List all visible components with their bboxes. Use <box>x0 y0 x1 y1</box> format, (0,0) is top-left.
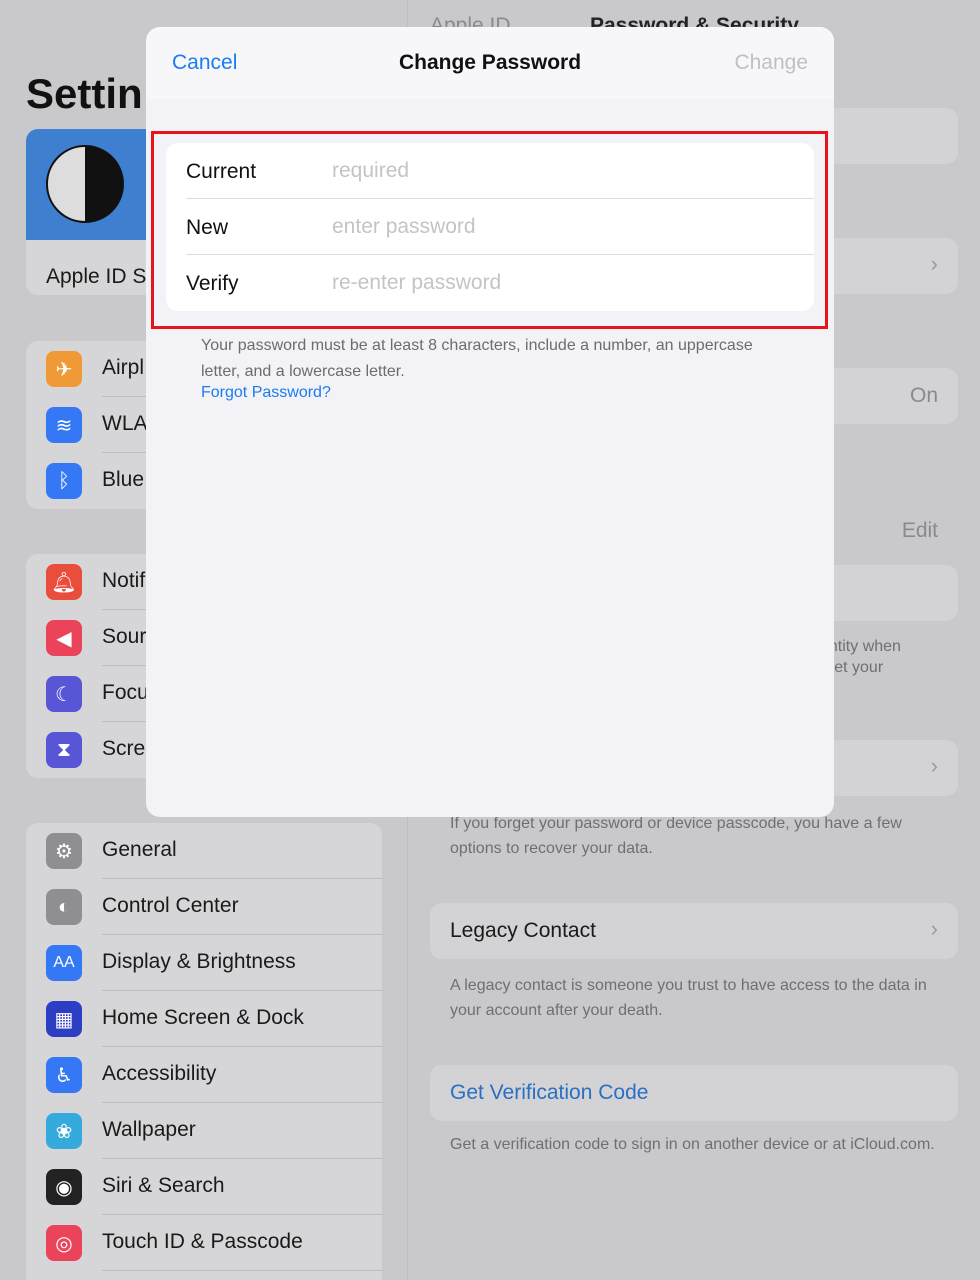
wifi-icon: ≋ <box>46 407 82 443</box>
text-size-icon: AA <box>46 945 82 981</box>
two-factor-value: On <box>909 384 938 407</box>
sidebar-item-label: Sour <box>102 625 147 648</box>
sidebar-item-label: Accessibility <box>102 1062 217 1085</box>
sidebar-item-label: Blue <box>102 468 145 491</box>
footer-legacy: A legacy contact is someone you trust to… <box>450 977 927 1019</box>
footer-code: Get a verification code to sign in on an… <box>450 1136 935 1153</box>
sidebar-item-label: Scre <box>102 737 146 760</box>
avatar <box>46 145 124 223</box>
footer-identity: entity when rget your <box>820 638 901 676</box>
sidebar-item-label: WLA <box>102 412 148 435</box>
get-verification-code-button[interactable]: Get Verification Code <box>430 1065 958 1121</box>
forgot-password-link[interactable]: Forgot Password? <box>201 384 331 402</box>
sidebar-item[interactable]: ◎ Touch ID & Passcode <box>26 1215 382 1271</box>
settings-title: Settin <box>26 70 143 117</box>
divider <box>102 1270 382 1271</box>
sidebar-item[interactable]: ♿︎ Accessibility <box>26 1047 382 1103</box>
chevron-right-icon: › <box>930 753 938 778</box>
sidebar-item-label: Wallpaper <box>102 1118 196 1141</box>
chevron-right-icon: › <box>930 916 938 941</box>
siri-icon: ◉ <box>46 1169 82 1205</box>
flower-icon: ❀ <box>46 1113 82 1149</box>
password-hint: Your password must be at least 8 charact… <box>201 337 753 380</box>
sidebar-item-label: Home Screen & Dock <box>102 1006 304 1029</box>
home-grid-icon: ▦ <box>46 1001 82 1037</box>
fingerprint-icon: ◎ <box>46 1225 82 1261</box>
get-verification-code-label: Get Verification Code <box>450 1081 649 1104</box>
hourglass-icon: ⧗ <box>46 732 82 768</box>
edit-button[interactable]: Edit <box>902 519 938 543</box>
sheet-title: Change Password <box>398 51 582 74</box>
legacy-contact-label: Legacy Contact <box>450 919 596 942</box>
sidebar-item[interactable]: ▦ Home Screen & Dock <box>26 991 382 1047</box>
sidebar-item-label: Siri & Search <box>102 1174 225 1197</box>
highlight-box <box>151 131 828 329</box>
sidebar-item-label: Airpl <box>102 356 145 379</box>
sidebar-item-label: General <box>102 838 177 861</box>
focus-moon-icon: ☾ <box>46 676 82 712</box>
chevron-right-icon: › <box>930 251 938 276</box>
apple-id-label: Apple ID S <box>46 265 147 288</box>
sidebar-item-label: Focu <box>102 681 149 704</box>
sidebar-item-label: Notif <box>102 569 146 592</box>
gear-icon: ⚙ <box>46 833 82 869</box>
notifications-icon: 🔔︎ <box>46 564 82 600</box>
sidebar-item[interactable]: AA Display & Brightness <box>26 935 382 991</box>
bluetooth-icon: ᛒ <box>46 463 82 499</box>
change-button[interactable]: Change <box>734 51 808 75</box>
sounds-icon: ◀ <box>46 620 82 656</box>
airplane-icon: ✈ <box>46 351 82 387</box>
sidebar-item[interactable]: ◐ Control Center <box>26 879 382 935</box>
sidebar-item[interactable]: ⚙ General <box>26 823 382 879</box>
settings-group-general: ⚙ General ◐ Control Center AA Display & Brigh… <box>26 823 382 1280</box>
sidebar-item-label: Display & Brightness <box>102 950 296 973</box>
legacy-contact-row[interactable]: Legacy Contact › <box>430 903 958 959</box>
sidebar-item-label: Touch ID & Passcode <box>102 1230 303 1253</box>
sheet-header: Cancel Change Password Change <box>146 27 834 99</box>
footer-recovery: If you forget your password or device pa… <box>450 815 902 857</box>
sidebar-item[interactable]: ◉ Siri & Search <box>26 1159 382 1215</box>
sidebar-item[interactable]: ❀ Wallpaper <box>26 1103 382 1159</box>
accessibility-icon: ♿︎ <box>46 1057 82 1093</box>
toggles-icon: ◐ <box>46 889 82 925</box>
sidebar-item-label: Control Center <box>102 894 239 917</box>
